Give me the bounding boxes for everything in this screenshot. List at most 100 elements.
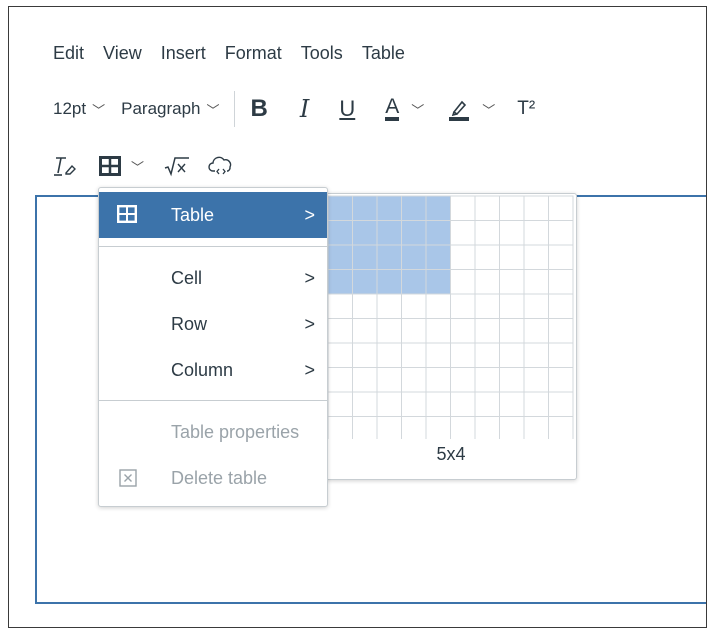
grid-cell[interactable] bbox=[548, 244, 574, 270]
grid-cell[interactable] bbox=[425, 367, 451, 393]
grid-cell[interactable] bbox=[499, 269, 525, 295]
grid-cell[interactable] bbox=[474, 269, 500, 295]
grid-cell[interactable] bbox=[548, 269, 574, 295]
grid-cell[interactable] bbox=[474, 391, 500, 417]
grid-cell[interactable] bbox=[327, 416, 353, 440]
grid-cell[interactable] bbox=[523, 416, 549, 440]
grid-cell-selected[interactable] bbox=[376, 195, 402, 221]
grid-cell[interactable] bbox=[474, 416, 500, 440]
grid-cell[interactable] bbox=[327, 367, 353, 393]
menu-item-row[interactable]: Row > bbox=[99, 301, 327, 347]
grid-cell[interactable] bbox=[401, 416, 427, 440]
grid-cell[interactable] bbox=[327, 391, 353, 417]
grid-cell[interactable] bbox=[474, 342, 500, 368]
grid-cell[interactable] bbox=[548, 367, 574, 393]
grid-cell-selected[interactable] bbox=[352, 269, 378, 295]
grid-cell[interactable] bbox=[327, 293, 353, 319]
grid-cell[interactable] bbox=[548, 391, 574, 417]
grid-cell-selected[interactable] bbox=[352, 244, 378, 270]
grid-cell[interactable] bbox=[450, 269, 476, 295]
grid-cell-selected[interactable] bbox=[401, 195, 427, 221]
grid-cell[interactable] bbox=[450, 391, 476, 417]
grid-cell-selected[interactable] bbox=[401, 220, 427, 246]
grid-cell[interactable] bbox=[523, 342, 549, 368]
menu-table[interactable]: Table bbox=[362, 43, 405, 64]
grid-cell[interactable] bbox=[376, 391, 402, 417]
grid-cell-selected[interactable] bbox=[425, 195, 451, 221]
grid-cell[interactable] bbox=[548, 195, 574, 221]
menu-format[interactable]: Format bbox=[225, 43, 282, 64]
grid-cell[interactable] bbox=[499, 293, 525, 319]
grid-cell[interactable] bbox=[401, 293, 427, 319]
grid-cell[interactable] bbox=[352, 416, 378, 440]
grid-cell[interactable] bbox=[548, 342, 574, 368]
grid-cell[interactable] bbox=[523, 391, 549, 417]
equation-button[interactable] bbox=[164, 155, 190, 177]
underline-button[interactable]: U bbox=[339, 96, 355, 122]
grid-cell[interactable] bbox=[450, 244, 476, 270]
grid-cell[interactable] bbox=[376, 318, 402, 344]
grid-cell-selected[interactable] bbox=[352, 195, 378, 221]
grid-cell[interactable] bbox=[425, 391, 451, 417]
grid-cell[interactable] bbox=[352, 342, 378, 368]
font-size-select[interactable]: 12pt ﹀ bbox=[53, 99, 105, 119]
menu-edit[interactable]: Edit bbox=[53, 43, 84, 64]
grid-cell[interactable] bbox=[548, 220, 574, 246]
grid-cell[interactable] bbox=[401, 391, 427, 417]
grid-cell[interactable] bbox=[425, 293, 451, 319]
grid-cell[interactable] bbox=[499, 244, 525, 270]
grid-cell[interactable] bbox=[450, 220, 476, 246]
grid-cell-selected[interactable] bbox=[425, 244, 451, 270]
grid-cell[interactable] bbox=[499, 342, 525, 368]
grid-cell[interactable] bbox=[523, 293, 549, 319]
menu-item-column[interactable]: Column > bbox=[99, 347, 327, 393]
bold-button[interactable]: B bbox=[251, 95, 268, 123]
grid-cell[interactable] bbox=[327, 318, 353, 344]
italic-button[interactable]: I bbox=[300, 95, 309, 123]
grid-cell[interactable] bbox=[474, 318, 500, 344]
grid-cell-selected[interactable] bbox=[327, 269, 353, 295]
grid-cell[interactable] bbox=[548, 416, 574, 440]
grid-cell[interactable] bbox=[327, 342, 353, 368]
grid-cell-selected[interactable] bbox=[327, 220, 353, 246]
grid-cell[interactable] bbox=[523, 195, 549, 221]
menu-insert[interactable]: Insert bbox=[161, 43, 206, 64]
grid-cell[interactable] bbox=[474, 244, 500, 270]
grid-cell[interactable] bbox=[523, 318, 549, 344]
text-color-button[interactable]: A ﹀ bbox=[385, 96, 424, 121]
grid-cell[interactable] bbox=[499, 391, 525, 417]
grid-cell[interactable] bbox=[352, 293, 378, 319]
grid-cell[interactable] bbox=[352, 318, 378, 344]
grid-cell-selected[interactable] bbox=[352, 220, 378, 246]
clear-formatting-button[interactable] bbox=[53, 155, 77, 177]
grid-cell[interactable] bbox=[523, 367, 549, 393]
grid-cell[interactable] bbox=[523, 220, 549, 246]
grid-cell[interactable] bbox=[450, 293, 476, 319]
grid-cell[interactable] bbox=[376, 416, 402, 440]
grid-cell-selected[interactable] bbox=[401, 244, 427, 270]
grid-cell[interactable] bbox=[401, 342, 427, 368]
grid-cell[interactable] bbox=[425, 342, 451, 368]
grid-cell[interactable] bbox=[474, 220, 500, 246]
grid-cell[interactable] bbox=[376, 367, 402, 393]
grid-cell[interactable] bbox=[352, 391, 378, 417]
grid-cell[interactable] bbox=[401, 318, 427, 344]
grid-cell[interactable] bbox=[499, 318, 525, 344]
grid-cell-selected[interactable] bbox=[425, 220, 451, 246]
menu-item-cell[interactable]: Cell > bbox=[99, 255, 327, 301]
grid-cell[interactable] bbox=[376, 342, 402, 368]
grid-cell[interactable] bbox=[450, 342, 476, 368]
grid-cell[interactable] bbox=[474, 367, 500, 393]
grid-cell[interactable] bbox=[450, 195, 476, 221]
grid-cell[interactable] bbox=[474, 195, 500, 221]
grid-cell[interactable] bbox=[450, 318, 476, 344]
grid-cell[interactable] bbox=[425, 318, 451, 344]
grid-cell[interactable] bbox=[376, 293, 402, 319]
grid-cell-selected[interactable] bbox=[327, 244, 353, 270]
grid-cell[interactable] bbox=[474, 293, 500, 319]
table-button[interactable]: ﹀ bbox=[99, 156, 144, 176]
grid-cell-selected[interactable] bbox=[401, 269, 427, 295]
grid-cell-selected[interactable] bbox=[376, 220, 402, 246]
grid-cell[interactable] bbox=[499, 195, 525, 221]
menu-tools[interactable]: Tools bbox=[301, 43, 343, 64]
